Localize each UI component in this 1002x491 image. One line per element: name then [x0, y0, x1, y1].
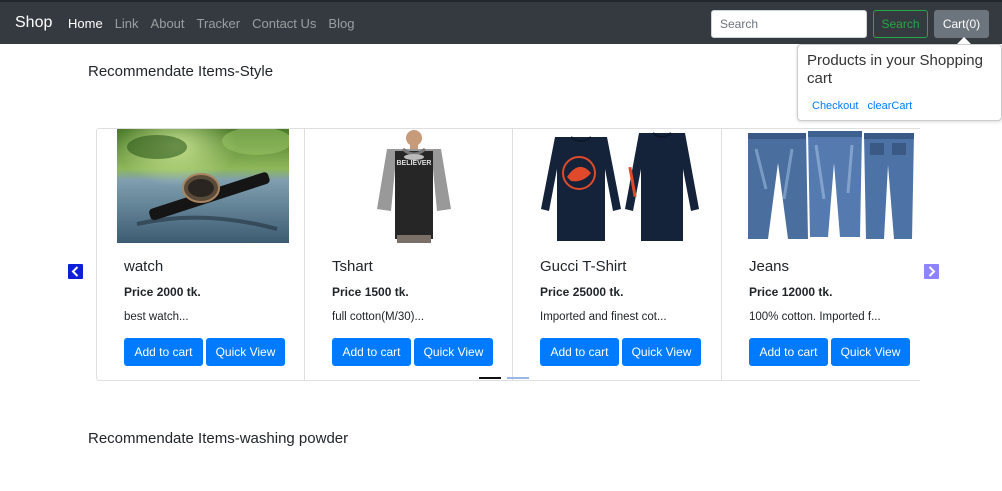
section-title-washing: Recommendate Items-washing powder: [88, 430, 349, 447]
product-title: Gucci T-Shirt: [540, 258, 627, 275]
nav-about-link[interactable]: About: [151, 15, 185, 32]
product-card: watch Price 2000 tk. best watch... Add t…: [97, 129, 305, 380]
cart-button[interactable]: Cart(0): [934, 10, 989, 38]
jeans-photo: [744, 129, 916, 243]
product-card: BELIEVER Tshart Price 1500 tk. full cott…: [305, 129, 513, 380]
checkout-link[interactable]: Checkout: [812, 100, 858, 112]
nav-blog-link[interactable]: Blog: [328, 15, 354, 32]
product-title: watch: [124, 258, 164, 275]
add-to-cart-button[interactable]: Add to cart: [124, 338, 203, 366]
quick-view-button[interactable]: Quick View: [414, 338, 493, 366]
brand-logo[interactable]: Shop: [15, 13, 52, 33]
quick-view-button[interactable]: Quick View: [831, 338, 910, 366]
nav-home-link[interactable]: Home: [68, 15, 103, 32]
watch-photo: [117, 129, 289, 243]
add-to-cart-button[interactable]: Add to cart: [540, 338, 619, 366]
cart-popover-links: Checkout clearCart: [812, 100, 918, 112]
popover-arrow: [957, 37, 971, 44]
product-description: 100% cotton. Imported f...: [749, 311, 881, 323]
cart-popover-title: Products in your Shopping cart: [807, 52, 983, 87]
carousel-next-button[interactable]: [924, 264, 939, 279]
svg-text:BELIEVER: BELIEVER: [396, 160, 431, 167]
product-carousel: watch Price 2000 tk. best watch... Add t…: [96, 128, 920, 381]
cart-popover: Products in your Shopping cart Checkout …: [797, 44, 1002, 121]
carousel-indicator-2[interactable]: [507, 377, 529, 379]
product-card: Jeans Price 12000 tk. 100% cotton. Impor…: [722, 129, 921, 380]
product-description: Imported and finest cot...: [540, 311, 667, 323]
clear-cart-link[interactable]: clearCart: [868, 100, 913, 112]
product-price: Price 12000 tk.: [749, 285, 833, 299]
product-description: best watch...: [124, 311, 189, 323]
product-price: Price 1500 tk.: [332, 285, 409, 299]
quick-view-button[interactable]: Quick View: [206, 338, 285, 366]
search-input[interactable]: [711, 10, 867, 38]
carousel-indicator-1[interactable]: [479, 377, 501, 379]
navbar: Shop Home Link About Tracker Contact Us …: [0, 0, 1002, 44]
quick-view-button[interactable]: Quick View: [622, 338, 701, 366]
product-title: Tshart: [332, 258, 373, 275]
nav-tracker-link[interactable]: Tracker: [197, 15, 241, 32]
carousel-indicators: [479, 377, 529, 379]
tshirt-photo: BELIEVER: [325, 129, 497, 243]
add-to-cart-button[interactable]: Add to cart: [332, 338, 411, 366]
nav-link-link[interactable]: Link: [115, 15, 139, 32]
section-title-style: Recommendate Items-Style: [88, 63, 274, 80]
product-description: full cotton(M/30)...: [332, 311, 425, 323]
product-card: Gucci T-Shirt Price 25000 tk. Imported a…: [513, 129, 722, 380]
chevron-left-icon: [71, 266, 79, 277]
add-to-cart-button[interactable]: Add to cart: [749, 338, 828, 366]
search-button[interactable]: Search: [873, 10, 928, 38]
nav-links: Home Link About Tracker Contact Us Blog: [68, 15, 366, 32]
product-price: Price 25000 tk.: [540, 285, 624, 299]
longsleeve-photo: [535, 129, 707, 243]
carousel-prev-button[interactable]: [68, 264, 83, 279]
chevron-right-icon: [928, 266, 936, 277]
nav-contact-link[interactable]: Contact Us: [252, 15, 316, 32]
product-price: Price 2000 tk.: [124, 285, 201, 299]
product-title: Jeans: [749, 258, 790, 275]
